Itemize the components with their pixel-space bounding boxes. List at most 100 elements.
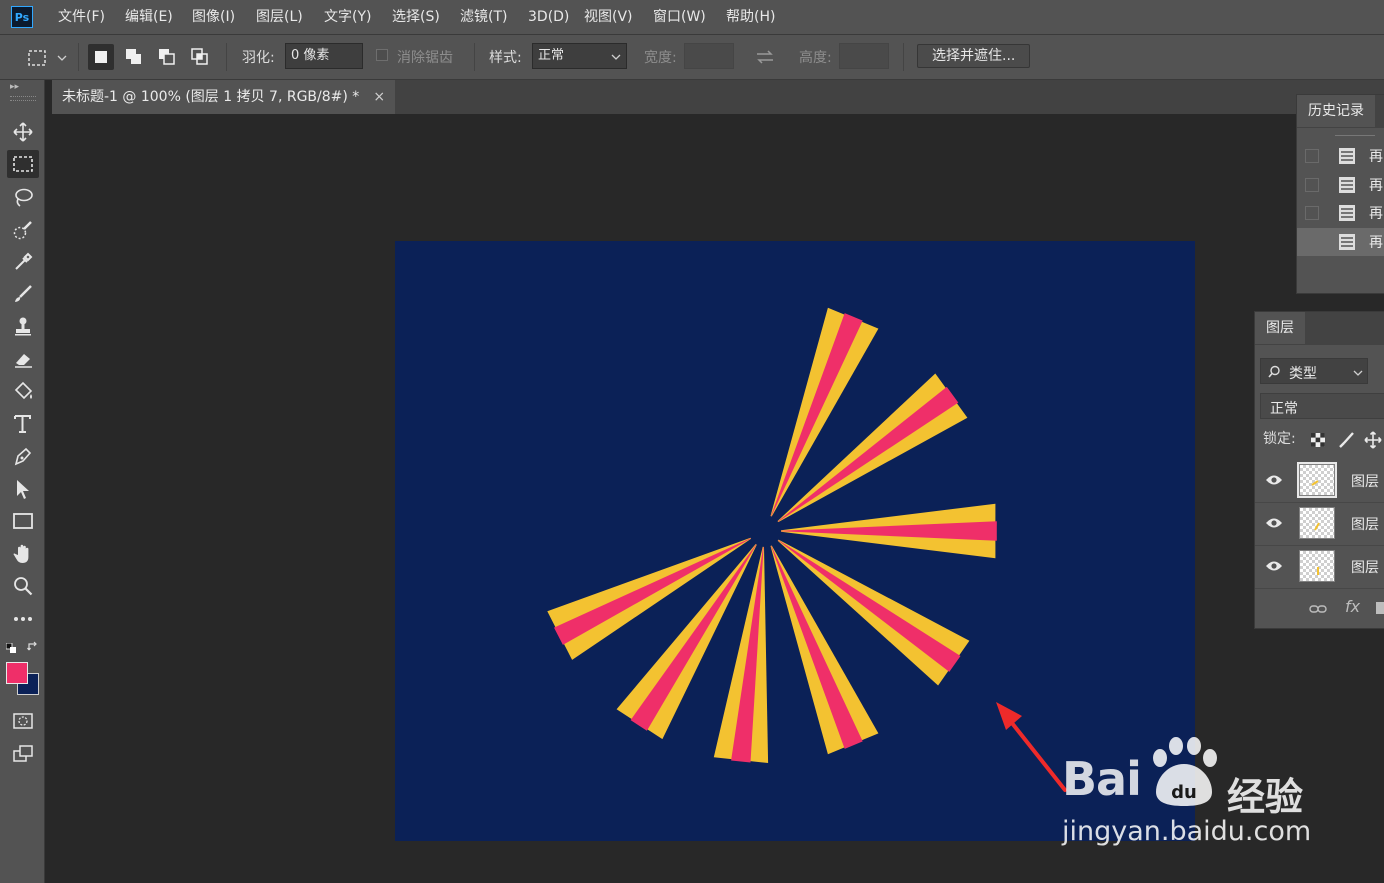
select-and-mask-button[interactable]: 选择并遮住... <box>917 44 1031 68</box>
layer-name[interactable]: 图层 <box>1351 471 1379 491</box>
menu-edit[interactable]: 编辑(E) <box>125 0 173 34</box>
layers-panel: 图层 类型 正常 锁定: 图层 图层 图层 fx <box>1254 311 1384 629</box>
lock-image-pixels-icon[interactable] <box>1337 431 1355 449</box>
layer-thumbnail[interactable] <box>1299 507 1335 539</box>
pen-tool[interactable] <box>7 442 39 470</box>
subtract-selection-button[interactable] <box>154 44 180 70</box>
document-tab[interactable]: 未标题-1 @ 100% (图层 1 拷贝 7, RGB/8#) * × <box>52 80 396 114</box>
history-row[interactable]: 再 <box>1297 171 1384 199</box>
eye-icon[interactable] <box>1265 474 1283 486</box>
layers-tab[interactable]: 图层 <box>1255 312 1305 344</box>
annotation-arrow <box>996 702 1067 792</box>
brush-tool[interactable] <box>7 280 39 308</box>
lasso-tool[interactable] <box>7 183 39 211</box>
photoshop-logo[interactable]: Ps <box>11 6 33 28</box>
subtract-selection-icon <box>159 49 175 65</box>
layer-row[interactable]: 图层 <box>1255 503 1384 546</box>
default-colors-icon[interactable] <box>5 642 16 653</box>
move-tool[interactable] <box>7 118 39 146</box>
layer-thumbnail[interactable] <box>1297 462 1337 498</box>
history-snapshot-checkbox[interactable] <box>1305 206 1319 220</box>
lock-position-icon[interactable] <box>1364 431 1382 449</box>
tools-panel: ▸▸ <box>0 80 45 883</box>
paint-bucket-tool[interactable] <box>7 377 39 405</box>
intersect-selection-button[interactable] <box>187 44 213 70</box>
marquee-preset-icon <box>28 50 67 66</box>
paint-bucket-icon <box>14 381 33 400</box>
rectangle-icon <box>13 513 33 529</box>
tool-preset-picker[interactable] <box>26 47 70 69</box>
foreground-color-swatch[interactable] <box>6 662 28 684</box>
link-layers-icon[interactable] <box>1309 604 1327 614</box>
eyedropper-tool[interactable] <box>7 248 39 276</box>
more-tools-button[interactable] <box>7 605 39 633</box>
rectangle-tool[interactable] <box>7 507 39 535</box>
quick-mask-button[interactable] <box>7 707 39 735</box>
clone-stamp-tool[interactable] <box>7 312 39 340</box>
menu-select[interactable]: 选择(S) <box>392 0 440 34</box>
history-snapshot-checkbox[interactable] <box>1305 235 1319 249</box>
lock-label: 锁定: <box>1263 431 1296 447</box>
layer-effects-button[interactable]: fx <box>1345 597 1360 616</box>
history-row-label: 再 <box>1369 149 1383 165</box>
menu-help[interactable]: 帮助(H) <box>726 0 775 34</box>
options-bar: 羽化: 0 像素 消除锯齿 样式: 正常 宽度: 高度: 选择并遮住... <box>0 35 1384 80</box>
layer-row[interactable]: 图层 <box>1255 546 1384 589</box>
path-selection-tool[interactable] <box>7 475 39 503</box>
quick-selection-icon <box>13 221 32 240</box>
menu-file[interactable]: 文件(F) <box>58 0 105 34</box>
layer-thumbnail[interactable] <box>1299 550 1335 582</box>
screen-mode-icon <box>13 745 33 762</box>
screen-mode-button[interactable] <box>7 740 39 768</box>
lock-transparent-pixels-icon[interactable] <box>1310 432 1326 448</box>
zoom-tool[interactable] <box>7 572 39 600</box>
history-tab[interactable]: 历史记录 <box>1297 95 1375 127</box>
blend-mode-select[interactable]: 正常 <box>1260 393 1384 419</box>
menu-bar: Ps 文件(F) 编辑(E) 图像(I) 图层(L) 文字(Y) 选择(S) 滤… <box>0 0 1384 35</box>
feather-input[interactable]: 0 像素 <box>285 43 363 69</box>
layer-name[interactable]: 图层 <box>1351 514 1379 534</box>
toolbar-grip[interactable] <box>10 96 36 101</box>
layer-row-selected[interactable]: 图层 <box>1255 460 1384 503</box>
type-tool[interactable] <box>7 410 39 438</box>
history-snapshot-checkbox[interactable] <box>1305 149 1319 163</box>
layer-filter-select[interactable]: 类型 <box>1260 358 1368 384</box>
antialias-label: 消除锯齿 <box>397 50 453 66</box>
width-input[interactable] <box>684 43 734 69</box>
add-mask-icon[interactable] <box>1375 601 1384 615</box>
marquee-tool[interactable] <box>7 150 39 178</box>
menu-filter[interactable]: 滤镜(T) <box>460 0 507 34</box>
eye-icon[interactable] <box>1265 517 1283 529</box>
eraser-tool[interactable] <box>7 345 39 373</box>
add-selection-button[interactable] <box>121 44 147 70</box>
collapse-toolbar-icon[interactable]: ▸▸ <box>10 82 19 92</box>
menu-layer[interactable]: 图层(L) <box>256 0 303 34</box>
height-input[interactable] <box>839 43 889 69</box>
new-selection-button[interactable] <box>88 44 114 70</box>
menu-view[interactable]: 视图(V) <box>584 0 633 34</box>
chevron-down-icon <box>1353 370 1363 376</box>
menu-type[interactable]: 文字(Y) <box>324 0 371 34</box>
layer-name[interactable]: 图层 <box>1351 557 1379 577</box>
menu-window[interactable]: 窗口(W) <box>653 0 706 34</box>
rectangular-marquee-icon <box>13 156 33 172</box>
history-snapshot-checkbox[interactable] <box>1305 178 1319 192</box>
history-row-active[interactable]: 再 <box>1297 228 1384 256</box>
document-icon <box>1339 148 1355 164</box>
style-select[interactable]: 正常 <box>532 43 627 69</box>
document-tab-title: 未标题-1 @ 100% (图层 1 拷贝 7, RGB/8#) * <box>62 89 360 105</box>
antialias-checkbox[interactable] <box>376 49 388 61</box>
quick-selection-tool[interactable] <box>7 216 39 244</box>
eye-icon[interactable] <box>1265 560 1283 572</box>
chevron-down-icon <box>611 54 621 60</box>
swap-colors-icon[interactable] <box>27 641 39 653</box>
menu-image[interactable]: 图像(I) <box>192 0 235 34</box>
history-row[interactable]: 再 <box>1297 142 1384 170</box>
menu-3d[interactable]: 3D(D) <box>528 0 569 34</box>
hand-icon <box>13 544 29 563</box>
swap-dimensions-button[interactable] <box>754 47 776 67</box>
history-row[interactable]: 再 <box>1297 199 1384 227</box>
hand-tool[interactable] <box>7 540 39 568</box>
close-icon[interactable]: × <box>373 89 385 105</box>
lasso-icon <box>15 188 33 207</box>
